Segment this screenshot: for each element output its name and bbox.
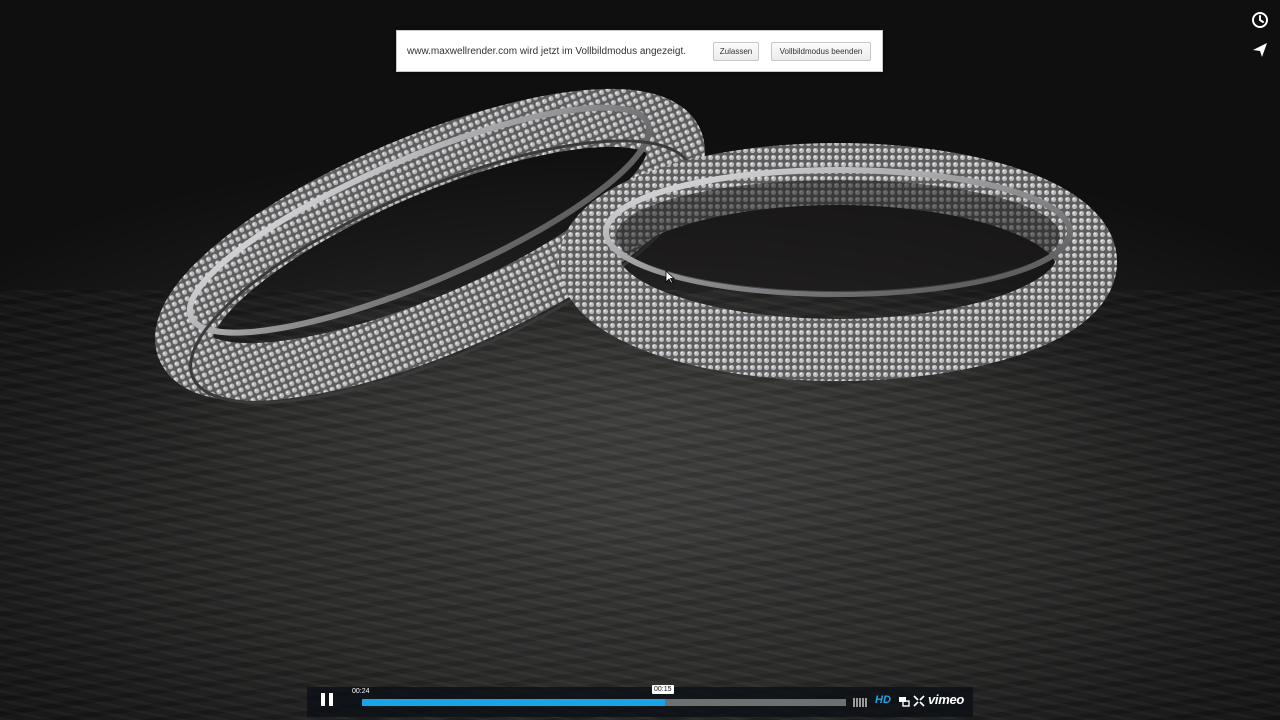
volume-control[interactable] bbox=[853, 698, 869, 707]
clock-icon bbox=[1252, 12, 1268, 28]
watch-later-button[interactable] bbox=[1248, 8, 1272, 32]
vimeo-logo[interactable]: vimeo bbox=[928, 692, 964, 707]
player-controls: 00:24 00:15 HD vimeo bbox=[307, 685, 973, 717]
mouse-cursor-icon bbox=[665, 270, 675, 284]
elapsed-time: 00:24 bbox=[352, 688, 370, 695]
progress-bar[interactable] bbox=[362, 699, 846, 706]
exit-fullscreen-button[interactable]: Vollbildmodus beenden bbox=[771, 42, 871, 61]
fullscreen-icon[interactable] bbox=[913, 695, 925, 707]
volume-bar bbox=[856, 698, 858, 707]
video-player[interactable]: www.maxwellrender.com wird jetzt im Voll… bbox=[0, 0, 1280, 720]
volume-bar bbox=[853, 698, 855, 707]
send-icon bbox=[1253, 43, 1267, 57]
rings-illustration bbox=[155, 88, 1117, 404]
volume-bar bbox=[859, 698, 861, 707]
volume-bar bbox=[865, 698, 867, 707]
hd-toggle[interactable]: HD bbox=[875, 694, 891, 706]
video-frame[interactable] bbox=[0, 0, 1280, 720]
allow-button[interactable]: Zulassen bbox=[713, 42, 759, 61]
hover-time-tooltip: 00:15 bbox=[652, 685, 674, 694]
fullscreen-message: www.maxwellrender.com wird jetzt im Voll… bbox=[407, 46, 687, 57]
pause-icon bbox=[319, 693, 335, 711]
share-button[interactable] bbox=[1248, 38, 1272, 62]
volume-bar bbox=[862, 698, 864, 707]
scale-icon[interactable] bbox=[898, 695, 910, 707]
pause-button[interactable] bbox=[307, 687, 347, 717]
fullscreen-notification: www.maxwellrender.com wird jetzt im Voll… bbox=[396, 30, 883, 72]
progress-played bbox=[362, 699, 665, 706]
right-ring bbox=[559, 143, 1117, 381]
